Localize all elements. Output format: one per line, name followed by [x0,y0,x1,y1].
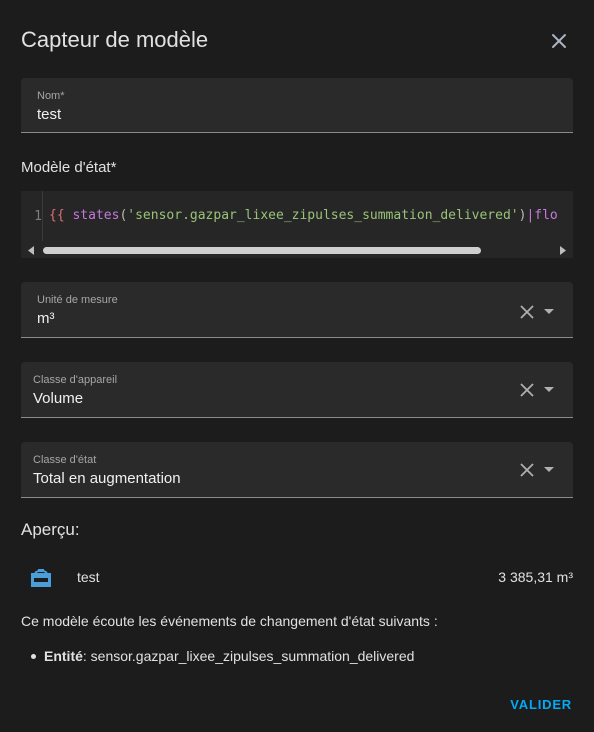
listeners-description: Ce modèle écoute les événements de chang… [21,613,438,629]
dialog-title: Capteur de modèle [21,27,209,52]
clear-icon[interactable] [519,462,535,478]
entity-label: Entité [44,648,83,664]
scrollbar-thumb[interactable] [43,247,481,254]
template-code-editor[interactable]: 1 {{ states('sensor.gazpar_lixee_zipulse… [21,191,573,258]
state-class-value: Total en augmentation [33,470,181,487]
template-sensor-dialog: Capteur de modèle Nom* test Modèle d'éta… [0,0,594,732]
dropdown-arrow-icon[interactable] [543,386,555,394]
preview-heading: Aperçu: [21,520,80,539]
listener-entity-item: Entité: sensor.gazpar_lixee_zipulses_sum… [31,648,415,664]
name-field-label: Nom* [37,90,65,102]
state-class-label: Classe d'état [33,454,97,466]
clear-icon[interactable] [519,304,535,320]
clear-icon[interactable] [519,382,535,398]
device-class-label: Classe d'appareil [33,374,118,386]
code-function: states [72,208,120,223]
name-field[interactable]: Nom* test [21,78,573,133]
template-label: Modèle d'état* [21,159,117,176]
entity-value: : sensor.gazpar_lixee_zipulses_summation… [82,648,415,664]
code-line: {{ states('sensor.gazpar_lixee_zipulses_… [49,208,558,223]
bullet-icon [31,654,36,659]
name-field-value: test [37,106,62,123]
close-button[interactable] [548,30,570,52]
device-class-field[interactable]: Classe d'appareil Volume [21,362,573,418]
meter-gas-icon [31,569,51,587]
scroll-right-arrow-icon[interactable] [559,246,567,255]
unit-field[interactable]: Unité de mesure m³ [21,282,573,338]
code-open-brace: {{ [49,208,65,223]
code-rest: flo [534,208,558,223]
close-icon [552,34,566,48]
line-number: 1 [21,191,43,241]
scroll-left-arrow-icon[interactable] [27,246,35,255]
preview-entity-name: test [77,569,100,585]
dropdown-arrow-icon[interactable] [543,308,555,316]
preview-entity-value: 3 385,31 m³ [498,569,573,585]
unit-field-label: Unité de mesure [37,294,118,306]
validate-button[interactable]: VALIDER [510,697,572,712]
preview-entity-row[interactable]: test 3 385,31 m³ [21,560,573,596]
horizontal-scrollbar[interactable] [21,243,573,257]
dropdown-arrow-icon[interactable] [543,466,555,474]
device-class-value: Volume [33,390,84,407]
unit-field-value: m³ [37,310,55,327]
code-string: 'sensor.gazpar_lixee_zipulses_summation_… [127,208,519,223]
state-class-field[interactable]: Classe d'état Total en augmentation [21,442,573,498]
dialog-header: Capteur de modèle [21,27,576,57]
